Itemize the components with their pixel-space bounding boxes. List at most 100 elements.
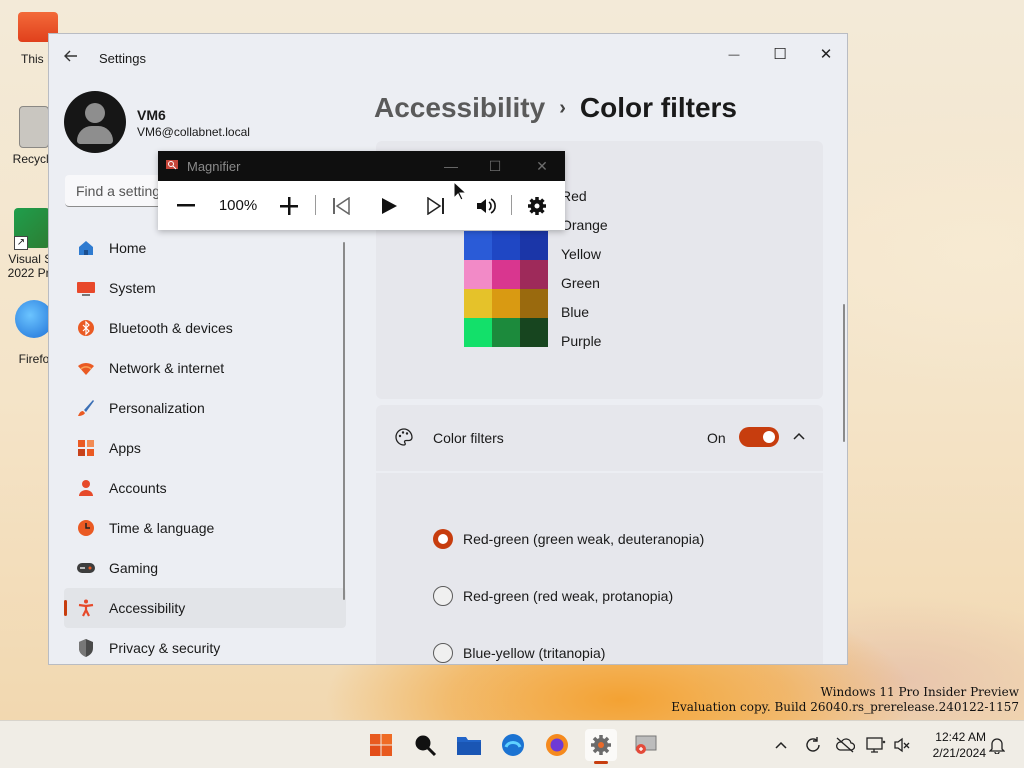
page-title: Color filters xyxy=(579,92,738,123)
color-swatch xyxy=(492,318,520,347)
close-button[interactable]: ✕ xyxy=(803,40,847,70)
skip-next-icon[interactable] xyxy=(421,191,451,221)
notification-bell-icon[interactable] xyxy=(987,735,1007,755)
sidebar-item-apps[interactable]: Apps xyxy=(64,428,346,468)
recycle-bin-icon xyxy=(19,106,49,148)
skip-previous-icon[interactable] xyxy=(326,191,356,221)
play-icon[interactable] xyxy=(374,191,404,221)
shortcut-arrow-icon: ↗ xyxy=(14,236,28,250)
magnifier-title: Magnifier xyxy=(187,159,241,174)
color-filters-toggle[interactable] xyxy=(739,427,779,447)
magnifier-title-bar[interactable]: Magnifier — ☐ ✕ xyxy=(158,151,565,181)
watermark-edition: Windows 11 Pro Insider Preview xyxy=(820,685,1019,699)
volume-muted-icon[interactable] xyxy=(892,735,912,755)
start-icon[interactable] xyxy=(365,729,397,761)
breadcrumb-parent[interactable]: Accessibility xyxy=(374,92,545,123)
user-profile[interactable]: VM6 VM6@collabnet.local xyxy=(64,91,354,153)
apps-icon xyxy=(76,438,96,458)
firefox-icon[interactable] xyxy=(541,729,573,761)
settings-window: Settings — ☐ ✕ VM6 VM6@collabnet.local F… xyxy=(48,33,848,665)
sidebar-item-gaming[interactable]: Gaming xyxy=(64,548,346,588)
minimize-button[interactable]: — xyxy=(711,40,757,70)
swatch-row xyxy=(464,231,548,260)
sidebar-item-label: Accessibility xyxy=(109,600,186,616)
option-label: Blue-yellow (tritanopia) xyxy=(463,645,606,661)
sidebar-nav: Home System Bluetooth & devices Network … xyxy=(64,228,346,664)
color-filters-setting[interactable]: Color filters On xyxy=(376,405,823,471)
radio-button[interactable] xyxy=(433,643,453,663)
color-swatch xyxy=(520,231,548,260)
zoom-in-button[interactable] xyxy=(274,191,304,221)
color-swatch xyxy=(520,289,548,318)
sidebar-item-accounts[interactable]: Accounts xyxy=(64,468,346,508)
color-label: Green xyxy=(561,275,600,291)
color-filter-options: Red-green (green weak, deuteranopia) Red… xyxy=(376,473,823,664)
maximize-button[interactable]: ☐ xyxy=(757,40,803,70)
home-icon xyxy=(76,238,96,258)
taskbar: 12:42 AM 2/21/2024 xyxy=(0,720,1024,768)
radio-button[interactable] xyxy=(433,529,453,549)
magnifier-toolbar: 100% xyxy=(158,181,565,230)
swatch-row xyxy=(464,318,548,347)
filter-option-tritanopia[interactable]: Blue-yellow (tritanopia) xyxy=(433,642,605,664)
sidebar-item-bluetooth[interactable]: Bluetooth & devices xyxy=(64,308,346,348)
magnifier-maximize-button[interactable]: ☐ xyxy=(480,156,510,176)
magnifier-window: Magnifier — ☐ ✕ 100% xyxy=(158,151,565,230)
sidebar-item-home[interactable]: Home xyxy=(64,228,346,268)
sidebar-item-label: Privacy & security xyxy=(109,640,221,656)
color-swatch xyxy=(492,231,520,260)
reading-voice-icon[interactable] xyxy=(471,191,501,221)
title-bar[interactable]: Settings — ☐ ✕ xyxy=(49,34,847,82)
zoom-out-button[interactable] xyxy=(171,191,201,221)
edge-dev-icon[interactable] xyxy=(497,729,529,761)
color-label: Blue xyxy=(561,304,590,320)
option-label: Red-green (red weak, protanopia) xyxy=(463,588,674,604)
sidebar-item-time-language[interactable]: Time & language xyxy=(64,508,346,548)
file-explorer-icon[interactable] xyxy=(453,729,485,761)
magnifier-minimize-button[interactable]: — xyxy=(436,156,466,176)
sidebar-scrollbar[interactable] xyxy=(343,242,345,600)
sidebar-item-privacy[interactable]: Privacy & security xyxy=(64,628,346,664)
content-scrollbar[interactable] xyxy=(843,304,845,442)
color-label: Orange xyxy=(561,217,608,233)
color-swatch xyxy=(520,260,548,289)
mouse-cursor-icon xyxy=(453,181,467,201)
color-swatch-grid xyxy=(464,231,548,347)
cloud-offline-icon[interactable] xyxy=(835,735,855,755)
sidebar-item-system[interactable]: System xyxy=(64,268,346,308)
magnifier-close-button[interactable]: ✕ xyxy=(527,156,557,176)
chevron-up-icon[interactable] xyxy=(771,735,791,755)
magnifier-icon[interactable] xyxy=(629,729,661,761)
filter-option-deuteranopia[interactable]: Red-green (green weak, deuteranopia) xyxy=(433,528,704,550)
gamepad-icon xyxy=(76,558,96,578)
sidebar-item-label: Network & internet xyxy=(109,360,225,376)
clock-time: 12:42 AM xyxy=(935,730,986,744)
chevron-up-icon[interactable] xyxy=(789,425,809,445)
sidebar-item-label: Personalization xyxy=(109,400,205,416)
sidebar-item-network[interactable]: Network & internet xyxy=(64,348,346,388)
sidebar-item-personalization[interactable]: Personalization xyxy=(64,388,346,428)
color-label-list: Red Orange Yellow Green Blue Purple xyxy=(561,182,608,356)
back-arrow-icon[interactable] xyxy=(63,48,83,68)
sidebar-item-label: Home xyxy=(109,240,147,256)
sidebar-item-accessibility[interactable]: Accessibility xyxy=(64,588,346,628)
brush-icon xyxy=(76,398,96,418)
network-icon[interactable] xyxy=(866,735,886,755)
system-clock[interactable]: 12:42 AM 2/21/2024 xyxy=(920,729,986,761)
sidebar-item-label: Bluetooth & devices xyxy=(109,320,233,336)
sidebar-item-label: System xyxy=(109,280,156,296)
filter-option-protanopia[interactable]: Red-green (red weak, protanopia) xyxy=(433,585,673,607)
clock-date: 2/21/2024 xyxy=(932,746,986,760)
color-label: Red xyxy=(561,188,587,204)
color-label: Yellow xyxy=(561,246,601,262)
swatch-row xyxy=(464,289,548,318)
search-icon[interactable] xyxy=(409,729,441,761)
sync-icon[interactable] xyxy=(803,735,823,755)
settings-gear-icon[interactable] xyxy=(585,729,617,764)
settings-gear-icon[interactable] xyxy=(522,191,552,221)
avatar xyxy=(64,91,126,153)
radio-button[interactable] xyxy=(433,586,453,606)
magnifier-app-icon xyxy=(166,159,180,173)
color-swatch xyxy=(492,260,520,289)
profile-email: VM6@collabnet.local xyxy=(137,125,250,139)
